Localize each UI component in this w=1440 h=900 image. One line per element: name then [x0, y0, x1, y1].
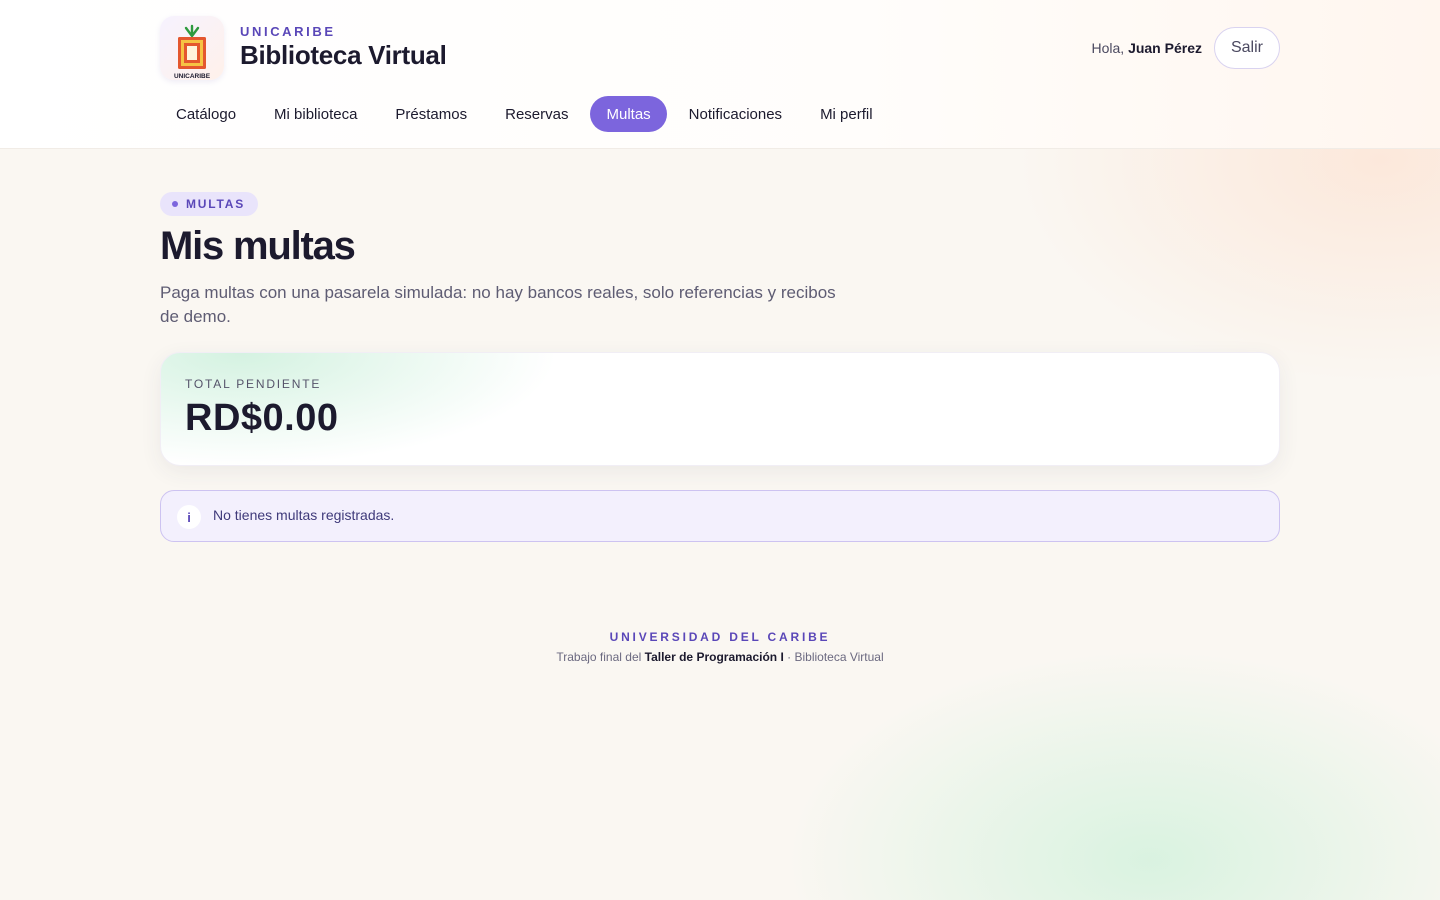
chip-dot-icon: [172, 201, 178, 207]
app-header: UNICARIBE UNICARIBE Biblioteca Virtual H…: [0, 0, 1440, 149]
chip-label: MULTAS: [186, 197, 246, 211]
unicaribe-logo-icon: UNICARIBE: [174, 24, 211, 80]
footer-credits: Trabajo final del Taller de Programación…: [0, 650, 1440, 664]
info-icon: i: [177, 505, 201, 529]
footer-organization: UNIVERSIDAD DEL CARIBE: [609, 630, 831, 644]
page-title: Mis multas: [160, 224, 356, 268]
nav-item-multas[interactable]: Multas: [590, 96, 667, 132]
empty-fines-alert: i No tienes multas registradas.: [160, 490, 1280, 542]
alert-message: No tienes multas registradas.: [213, 507, 395, 523]
nav-item-reservas[interactable]: Reservas: [489, 96, 584, 132]
total-pending-value: RD$0.00: [185, 397, 339, 439]
main-nav: Catálogo Mi biblioteca Préstamos Reserva…: [160, 96, 895, 132]
user-greeting: Hola, Juan Pérez: [1091, 40, 1202, 56]
nav-item-mi-perfil[interactable]: Mi perfil: [804, 96, 889, 132]
logo-wordmark: UNICARIBE: [174, 73, 211, 80]
nav-item-mi-biblioteca[interactable]: Mi biblioteca: [258, 96, 373, 132]
brand-title: Biblioteca Virtual: [240, 40, 447, 70]
user-name: Juan Pérez: [1128, 40, 1202, 56]
greeting-text: Hola,: [1091, 40, 1125, 56]
unicaribe-logo[interactable]: UNICARIBE: [160, 16, 224, 80]
brand-eyebrow: UNICARIBE: [240, 24, 336, 39]
footer-suffix: · Biblioteca Virtual: [787, 650, 884, 664]
total-pending-card: TOTAL PENDIENTE RD$0.00: [160, 352, 1280, 466]
logout-button[interactable]: Salir: [1214, 27, 1280, 69]
footer-prefix: Trabajo final del: [556, 650, 642, 664]
section-chip: MULTAS: [160, 192, 259, 216]
nav-item-notificaciones[interactable]: Notificaciones: [673, 96, 798, 132]
page-description: Paga multas con una pasarela simulada: n…: [160, 283, 836, 326]
nav-item-prestamos[interactable]: Préstamos: [379, 96, 483, 132]
footer-course: Taller de Programación I: [644, 650, 784, 664]
total-pending-label: TOTAL PENDIENTE: [185, 377, 322, 391]
nav-item-catalogo[interactable]: Catálogo: [160, 96, 252, 132]
